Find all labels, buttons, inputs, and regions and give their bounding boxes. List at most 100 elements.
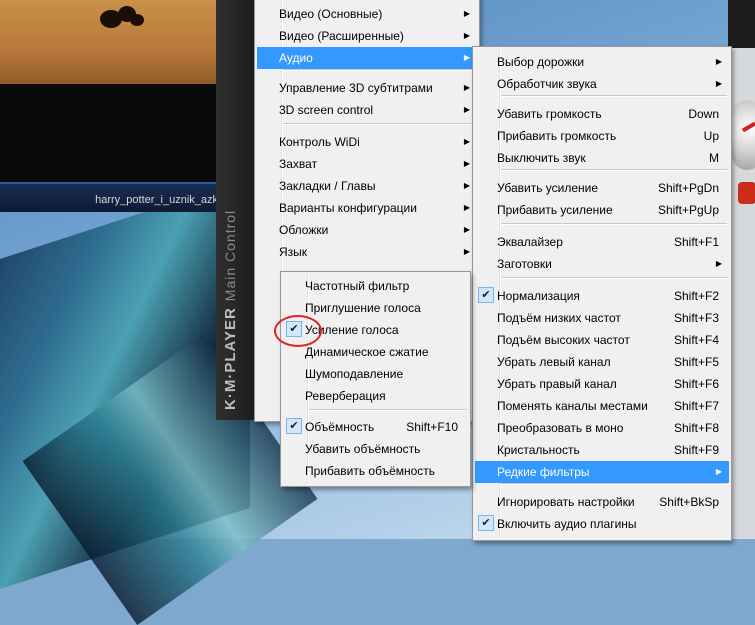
menu-item-shortcut: Shift+F7 <box>673 399 719 413</box>
menu-item-label: Кристальность <box>497 443 580 457</box>
menu-item[interactable]: Убавить громкость Down <box>475 103 729 125</box>
submenu-arrow-icon: ▶ <box>463 247 470 256</box>
menu-item[interactable]: Эквалайзер Shift+F1 <box>475 231 729 253</box>
player-status-bar: harry_potter_i_uznik_azk <box>0 182 244 212</box>
player-window[interactable]: harry_potter_i_uznik_azk <box>0 0 244 212</box>
menu-item-label: Включить аудио плагины <box>497 517 637 531</box>
submenu-arrow-icon: ▶ <box>463 83 470 92</box>
menu-item[interactable]: Приглушение голоса <box>283 297 468 319</box>
menu-item-label: Выбор дорожки <box>497 55 585 69</box>
menu-item[interactable]: Захват ▶ <box>257 153 477 175</box>
menu-item-label: Управление 3D субтитрами <box>279 81 433 95</box>
menu-item-label: Редкие фильтры <box>497 465 590 479</box>
menu-item[interactable]: Видео (Расширенные) ▶ <box>257 25 477 47</box>
desktop-app-icon[interactable] <box>738 182 755 204</box>
menu-separator <box>309 409 466 411</box>
menu-item[interactable]: Убрать правый канал Shift+F6 <box>475 373 729 395</box>
menu-item-shortcut: Shift+PgUp <box>657 203 719 217</box>
audio-submenu: Выбор дорожки ▶ Обработчик звука ▶ Убавить г… <box>472 46 732 541</box>
menu-item-label: Прибавить объёмность <box>305 464 436 478</box>
submenu-arrow-icon: ▶ <box>715 259 722 268</box>
menu-item-label: Поменять каналы местами <box>497 399 648 413</box>
menu-item[interactable]: Обработчик звука ▶ <box>475 73 729 95</box>
checkmark-icon: ✔ <box>478 515 494 531</box>
submenu-arrow-icon: ▶ <box>463 159 470 168</box>
menu-item[interactable]: ✔ Нормализация Shift+F2 <box>475 285 729 307</box>
submenu-arrow-icon: ▶ <box>715 57 722 66</box>
menu-item-label: Эквалайзер <box>497 235 563 249</box>
menu-item-label: Частотный фильтр <box>305 279 410 293</box>
menu-item[interactable]: Заготовки ▶ <box>475 253 729 275</box>
menu-item[interactable]: Язык ▶ <box>257 241 477 263</box>
submenu-arrow-icon: ▶ <box>463 31 470 40</box>
desktop-right-edge <box>728 0 755 539</box>
menu-item-label: Закладки / Главы <box>279 179 376 193</box>
menu-item[interactable]: ✔ Включить аудио плагины <box>475 513 729 535</box>
player-control-panel[interactable]: K·M·PLAYER Main Control <box>216 0 256 420</box>
menu-item[interactable]: Редкие фильтры ▶ <box>475 461 729 483</box>
menu-item[interactable]: Прибавить объёмность <box>283 460 468 482</box>
menu-item[interactable]: Подъём высоких частот Shift+F4 <box>475 329 729 351</box>
menu-item-shortcut: Shift+F2 <box>673 289 719 303</box>
submenu-arrow-icon: ▶ <box>463 203 470 212</box>
menu-item[interactable]: Подъём низких частот Shift+F3 <box>475 307 729 329</box>
menu-item-shortcut: Shift+PgDn <box>657 181 719 195</box>
menu-item[interactable]: Убрать левый канал Shift+F5 <box>475 351 729 373</box>
menu-item[interactable]: Прибавить усиление Shift+PgUp <box>475 199 729 221</box>
menu-item-label: Варианты конфигурации <box>279 201 417 215</box>
menu-item-shortcut: Shift+F5 <box>673 355 719 369</box>
menu-item[interactable]: Варианты конфигурации ▶ <box>257 197 477 219</box>
menu-item-shortcut: Shift+F6 <box>673 377 719 391</box>
menu-item[interactable]: Выключить звук M <box>475 147 729 169</box>
menu-item-shortcut: Up <box>703 129 719 143</box>
red-annotation-circle <box>274 315 322 347</box>
submenu-arrow-icon: ▶ <box>463 181 470 190</box>
menu-item[interactable]: Поменять каналы местами Shift+F7 <box>475 395 729 417</box>
menu-item[interactable]: Игнорировать настройки Shift+BkSp <box>475 491 729 513</box>
menu-item-shortcut: Shift+F1 <box>673 235 719 249</box>
submenu-arrow-icon: ▶ <box>463 105 470 114</box>
submenu-arrow-icon: ▶ <box>463 225 470 234</box>
menu-item-label: Захват <box>279 157 318 171</box>
menu-item-label: Заготовки <box>497 257 552 271</box>
menu-item[interactable]: Аудио ▶ <box>257 47 477 69</box>
menu-separator <box>283 123 475 125</box>
menu-item[interactable]: ✔ Объёмность Shift+F10 <box>283 416 468 438</box>
menu-item-label: 3D screen control <box>279 103 374 117</box>
submenu-arrow-icon: ▶ <box>715 467 722 476</box>
menu-item[interactable]: Выбор дорожки ▶ <box>475 51 729 73</box>
menu-item[interactable]: Видео (Основные) ▶ <box>257 3 477 25</box>
menu-item[interactable]: Закладки / Главы ▶ <box>257 175 477 197</box>
menu-item[interactable]: 3D screen control ▶ <box>257 99 477 121</box>
clock-gadget-icon[interactable] <box>732 100 755 170</box>
menu-item-label: Прибавить усиление <box>497 203 613 217</box>
menu-item-shortcut: Shift+F8 <box>673 421 719 435</box>
menu-item[interactable]: Обложки ▶ <box>257 219 477 241</box>
menu-separator <box>501 223 727 225</box>
menu-item-label: Аудио <box>279 51 313 65</box>
checkmark-icon: ✔ <box>286 418 302 434</box>
menu-item-label: Подъём высоких частот <box>497 333 630 347</box>
submenu-arrow-icon: ▶ <box>715 79 722 88</box>
menu-item[interactable]: Контроль WiDi ▶ <box>257 131 477 153</box>
checkmark-icon: ✔ <box>478 287 494 303</box>
menu-item-label: Убрать левый канал <box>497 355 611 369</box>
menu-item[interactable]: Прибавить громкость Up <box>475 125 729 147</box>
menu-item[interactable]: Частотный фильтр <box>283 275 468 297</box>
menu-item[interactable]: Реверберация <box>283 385 468 407</box>
menu-item[interactable]: Кристальность Shift+F9 <box>475 439 729 461</box>
filename-label: harry_potter_i_uznik_azk <box>95 194 218 206</box>
menu-item[interactable]: Управление 3D субтитрами ▶ <box>257 77 477 99</box>
menu-item-label: Шумоподавление <box>305 367 404 381</box>
menu-item-label: Преобразовать в моно <box>497 421 624 435</box>
submenu-arrow-icon: ▶ <box>463 9 470 18</box>
menu-item-label: Нормализация <box>497 289 580 303</box>
menu-item[interactable]: Убавить объёмность <box>283 438 468 460</box>
menu-item-label: Игнорировать настройки <box>497 495 635 509</box>
menu-item[interactable]: Преобразовать в моно Shift+F8 <box>475 417 729 439</box>
menu-item[interactable]: Шумоподавление <box>283 363 468 385</box>
submenu-arrow-icon: ▶ <box>463 137 470 146</box>
menu-item-label: Убавить громкость <box>497 107 602 121</box>
menu-item[interactable]: Убавить усиление Shift+PgDn <box>475 177 729 199</box>
player-brand: K·M·PLAYER Main Control <box>222 210 239 410</box>
